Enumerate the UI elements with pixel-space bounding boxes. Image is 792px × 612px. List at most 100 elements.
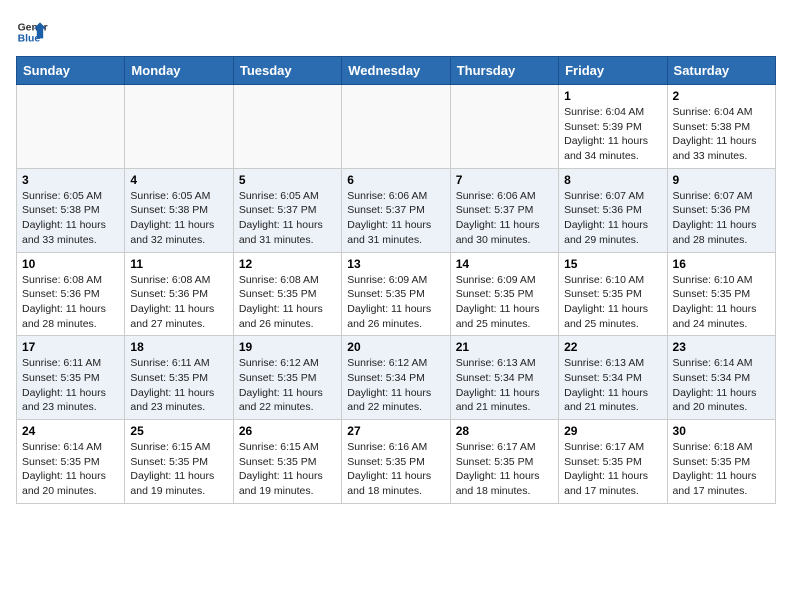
- day-number: 16: [673, 257, 770, 271]
- day-info: Sunrise: 6:08 AM Sunset: 5:36 PM Dayligh…: [22, 273, 119, 332]
- day-number: 13: [347, 257, 444, 271]
- day-number: 23: [673, 340, 770, 354]
- day-info: Sunrise: 6:16 AM Sunset: 5:35 PM Dayligh…: [347, 440, 444, 499]
- day-number: 14: [456, 257, 553, 271]
- day-header-friday: Friday: [559, 57, 667, 85]
- calendar-cell: 4 Sunrise: 6:05 AM Sunset: 5:38 PM Daylig…: [125, 168, 233, 252]
- day-info: Sunrise: 6:05 AM Sunset: 5:38 PM Dayligh…: [22, 189, 119, 248]
- day-info: Sunrise: 6:15 AM Sunset: 5:35 PM Dayligh…: [130, 440, 227, 499]
- calendar-week-row: 10Sunrise: 6:08 AM Sunset: 5:36 PM Dayli…: [17, 252, 776, 336]
- calendar-cell: 7Sunrise: 6:06 AM Sunset: 5:37 PM Daylig…: [450, 168, 558, 252]
- day-number: 25: [130, 424, 227, 438]
- calendar-cell: 27 Sunrise: 6:16 AM Sunset: 5:35 PM Dayli…: [342, 420, 450, 504]
- day-info: Sunrise: 6:12 AM Sunset: 5:34 PM Dayligh…: [347, 356, 444, 415]
- calendar-cell: 5Sunrise: 6:05 AM Sunset: 5:37 PM Daylig…: [233, 168, 341, 252]
- day-number: 3: [22, 173, 119, 187]
- calendar-cell: 12 Sunrise: 6:08 AM Sunset: 5:35 PM Dayli…: [233, 252, 341, 336]
- calendar-cell: 26Sunrise: 6:15 AM Sunset: 5:35 PM Dayli…: [233, 420, 341, 504]
- day-info: Sunrise: 6:14 AM Sunset: 5:35 PM Dayligh…: [22, 440, 119, 499]
- calendar-cell: 23 Sunrise: 6:14 AM Sunset: 5:34 PM Dayli…: [667, 336, 775, 420]
- day-number: 9: [673, 173, 770, 187]
- day-info: Sunrise: 6:17 AM Sunset: 5:35 PM Dayligh…: [456, 440, 553, 499]
- day-number: 24: [22, 424, 119, 438]
- calendar-cell: 21 Sunrise: 6:13 AM Sunset: 5:34 PM Dayli…: [450, 336, 558, 420]
- calendar-cell: 10Sunrise: 6:08 AM Sunset: 5:36 PM Dayli…: [17, 252, 125, 336]
- day-number: 27: [347, 424, 444, 438]
- day-info: Sunrise: 6:13 AM Sunset: 5:34 PM Dayligh…: [564, 356, 661, 415]
- calendar-cell: 6 Sunrise: 6:06 AM Sunset: 5:37 PM Daylig…: [342, 168, 450, 252]
- calendar-cell: 22 Sunrise: 6:13 AM Sunset: 5:34 PM Dayli…: [559, 336, 667, 420]
- page-header: General Blue: [16, 16, 776, 48]
- day-number: 21: [456, 340, 553, 354]
- day-info: Sunrise: 6:08 AM Sunset: 5:35 PM Dayligh…: [239, 273, 336, 332]
- calendar-cell: 20 Sunrise: 6:12 AM Sunset: 5:34 PM Dayli…: [342, 336, 450, 420]
- day-info: Sunrise: 6:07 AM Sunset: 5:36 PM Dayligh…: [673, 189, 770, 248]
- calendar-cell: [450, 85, 558, 169]
- day-number: 17: [22, 340, 119, 354]
- day-info: Sunrise: 6:09 AM Sunset: 5:35 PM Dayligh…: [347, 273, 444, 332]
- calendar-cell: 8 Sunrise: 6:07 AM Sunset: 5:36 PM Daylig…: [559, 168, 667, 252]
- calendar-cell: 14 Sunrise: 6:09 AM Sunset: 5:35 PM Dayli…: [450, 252, 558, 336]
- day-number: 18: [130, 340, 227, 354]
- day-number: 30: [673, 424, 770, 438]
- logo: General Blue: [16, 16, 48, 48]
- day-info: Sunrise: 6:04 AM Sunset: 5:38 PM Dayligh…: [673, 105, 770, 164]
- calendar-week-row: 24 Sunrise: 6:14 AM Sunset: 5:35 PM Dayli…: [17, 420, 776, 504]
- calendar-cell: [17, 85, 125, 169]
- logo-icon: General Blue: [16, 16, 48, 48]
- day-number: 4: [130, 173, 227, 187]
- day-number: 22: [564, 340, 661, 354]
- day-number: 1: [564, 89, 661, 103]
- calendar-header-row: SundayMondayTuesdayWednesdayThursdayFrid…: [17, 57, 776, 85]
- day-number: 11: [130, 257, 227, 271]
- calendar-cell: [342, 85, 450, 169]
- calendar-table: SundayMondayTuesdayWednesdayThursdayFrid…: [16, 56, 776, 504]
- day-info: Sunrise: 6:17 AM Sunset: 5:35 PM Dayligh…: [564, 440, 661, 499]
- day-number: 7: [456, 173, 553, 187]
- day-number: 12: [239, 257, 336, 271]
- calendar-cell: 1 Sunrise: 6:04 AM Sunset: 5:39 PM Daylig…: [559, 85, 667, 169]
- day-info: Sunrise: 6:08 AM Sunset: 5:36 PM Dayligh…: [130, 273, 227, 332]
- calendar-week-row: 3 Sunrise: 6:05 AM Sunset: 5:38 PM Daylig…: [17, 168, 776, 252]
- calendar-cell: 24 Sunrise: 6:14 AM Sunset: 5:35 PM Dayli…: [17, 420, 125, 504]
- day-info: Sunrise: 6:18 AM Sunset: 5:35 PM Dayligh…: [673, 440, 770, 499]
- calendar-cell: 19Sunrise: 6:12 AM Sunset: 5:35 PM Dayli…: [233, 336, 341, 420]
- day-number: 15: [564, 257, 661, 271]
- calendar-cell: 30 Sunrise: 6:18 AM Sunset: 5:35 PM Dayli…: [667, 420, 775, 504]
- calendar-cell: 13 Sunrise: 6:09 AM Sunset: 5:35 PM Dayli…: [342, 252, 450, 336]
- calendar-week-row: 17 Sunrise: 6:11 AM Sunset: 5:35 PM Dayli…: [17, 336, 776, 420]
- calendar-cell: 18 Sunrise: 6:11 AM Sunset: 5:35 PM Dayli…: [125, 336, 233, 420]
- calendar-cell: 16Sunrise: 6:10 AM Sunset: 5:35 PM Dayli…: [667, 252, 775, 336]
- calendar-cell: 11 Sunrise: 6:08 AM Sunset: 5:36 PM Dayli…: [125, 252, 233, 336]
- calendar-cell: 15Sunrise: 6:10 AM Sunset: 5:35 PM Dayli…: [559, 252, 667, 336]
- day-info: Sunrise: 6:05 AM Sunset: 5:38 PM Dayligh…: [130, 189, 227, 248]
- day-number: 8: [564, 173, 661, 187]
- day-info: Sunrise: 6:11 AM Sunset: 5:35 PM Dayligh…: [130, 356, 227, 415]
- day-number: 2: [673, 89, 770, 103]
- day-header-wednesday: Wednesday: [342, 57, 450, 85]
- day-header-monday: Monday: [125, 57, 233, 85]
- day-header-sunday: Sunday: [17, 57, 125, 85]
- day-info: Sunrise: 6:04 AM Sunset: 5:39 PM Dayligh…: [564, 105, 661, 164]
- day-info: Sunrise: 6:12 AM Sunset: 5:35 PM Dayligh…: [239, 356, 336, 415]
- day-info: Sunrise: 6:13 AM Sunset: 5:34 PM Dayligh…: [456, 356, 553, 415]
- calendar-cell: 2 Sunrise: 6:04 AM Sunset: 5:38 PM Daylig…: [667, 85, 775, 169]
- day-info: Sunrise: 6:14 AM Sunset: 5:34 PM Dayligh…: [673, 356, 770, 415]
- calendar-cell: [233, 85, 341, 169]
- calendar-cell: 29 Sunrise: 6:17 AM Sunset: 5:35 PM Dayli…: [559, 420, 667, 504]
- day-info: Sunrise: 6:07 AM Sunset: 5:36 PM Dayligh…: [564, 189, 661, 248]
- calendar-cell: [125, 85, 233, 169]
- calendar-cell: 9 Sunrise: 6:07 AM Sunset: 5:36 PM Daylig…: [667, 168, 775, 252]
- day-number: 28: [456, 424, 553, 438]
- day-number: 6: [347, 173, 444, 187]
- day-info: Sunrise: 6:11 AM Sunset: 5:35 PM Dayligh…: [22, 356, 119, 415]
- calendar-cell: 25 Sunrise: 6:15 AM Sunset: 5:35 PM Dayli…: [125, 420, 233, 504]
- day-number: 26: [239, 424, 336, 438]
- day-info: Sunrise: 6:05 AM Sunset: 5:37 PM Dayligh…: [239, 189, 336, 248]
- day-number: 29: [564, 424, 661, 438]
- day-info: Sunrise: 6:09 AM Sunset: 5:35 PM Dayligh…: [456, 273, 553, 332]
- day-info: Sunrise: 6:06 AM Sunset: 5:37 PM Dayligh…: [347, 189, 444, 248]
- day-header-tuesday: Tuesday: [233, 57, 341, 85]
- day-number: 20: [347, 340, 444, 354]
- calendar-cell: 3 Sunrise: 6:05 AM Sunset: 5:38 PM Daylig…: [17, 168, 125, 252]
